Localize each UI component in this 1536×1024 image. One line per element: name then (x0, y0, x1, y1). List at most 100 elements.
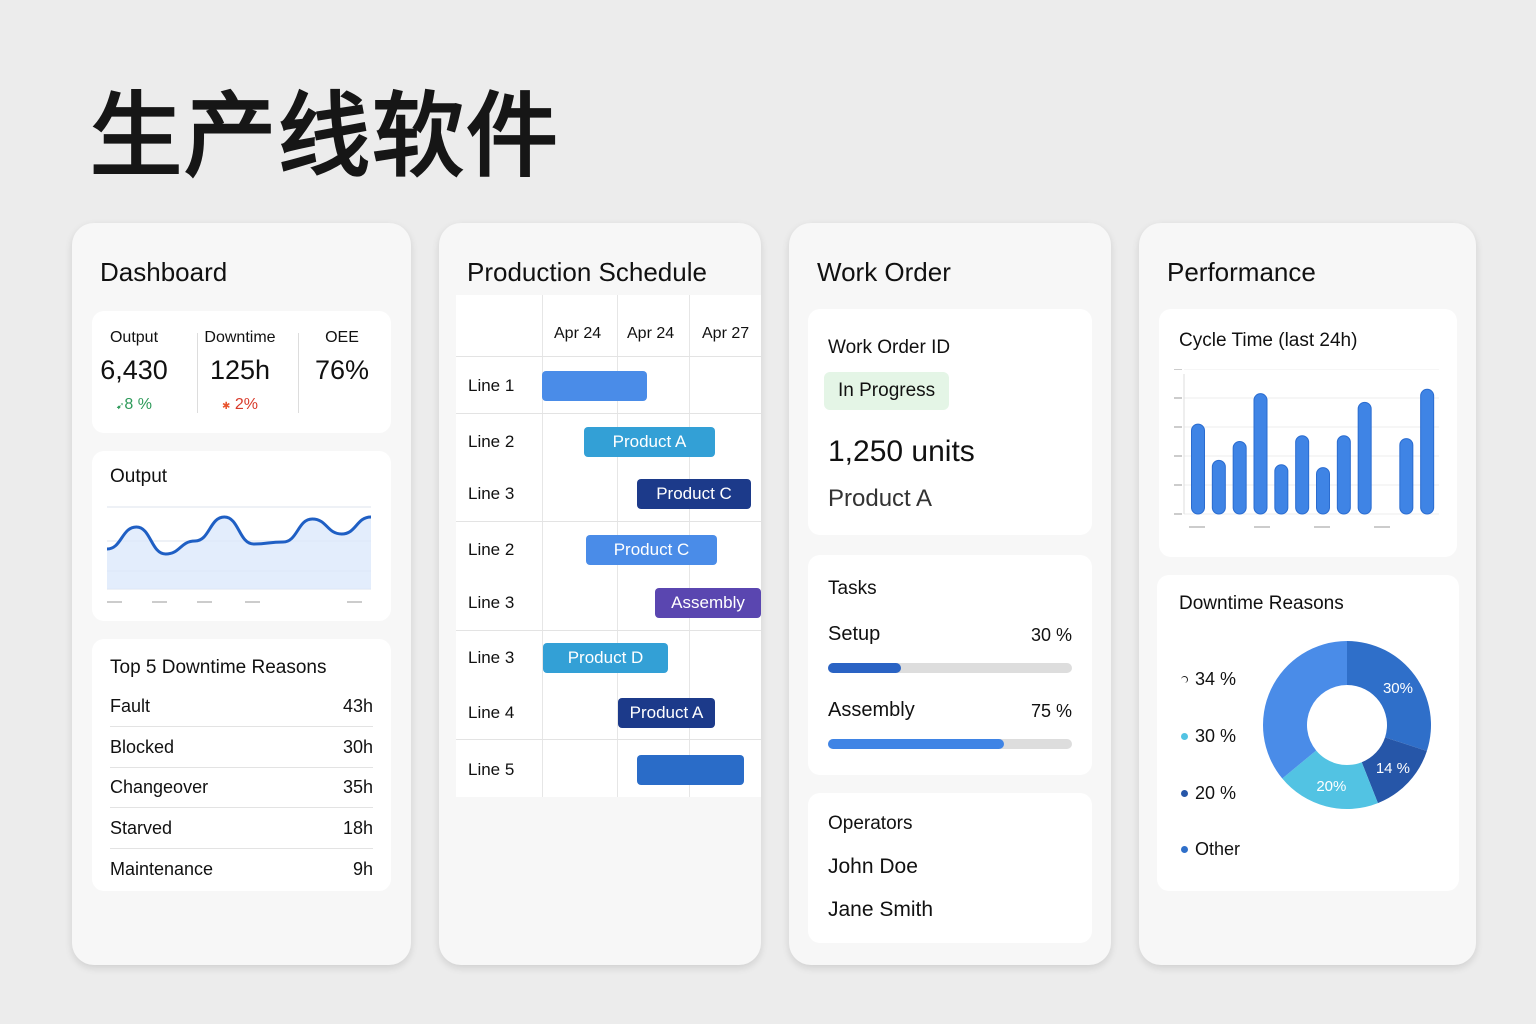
downtime-reasons-panel: Downtime Reasons 34 % 30 % 20 % Other 30… (1157, 575, 1459, 891)
chart-title: Downtime Reasons (1179, 593, 1344, 614)
operator-name[interactable]: Jane Smith (828, 898, 933, 922)
cycle-bar (1420, 388, 1435, 515)
kpi-delta: 2% (234, 396, 258, 413)
downtime-panel: Top 5 Downtime Reasons Fault 43h Blocked 30… (92, 639, 391, 891)
y-tick-label (1174, 484, 1182, 486)
downtime-row: Maintenance 9h (110, 849, 373, 889)
gantt-chart: Apr 24 Apr 24 Apr 27 Line 1 Line 2 Product… (456, 295, 761, 797)
reason-label: Changeover (110, 777, 209, 797)
kpi-value: 76% (314, 355, 370, 385)
quantity: 1,250 units (828, 435, 975, 468)
y-tick-label (1174, 426, 1182, 428)
gridline (456, 521, 761, 522)
cycle-bar (1295, 435, 1310, 515)
cycle-bar (1191, 423, 1205, 515)
cycle-time-panel: Cycle Time (last 24h) (1159, 309, 1457, 557)
downtime-row: Fault 43h (110, 687, 373, 727)
gridline (456, 356, 761, 357)
slice-label: 30% (1383, 680, 1413, 697)
schedule-bar[interactable] (542, 371, 647, 401)
page-title: 生产线软件 (90, 83, 561, 190)
legend-marker-icon (1181, 676, 1188, 683)
kpi-label: Output (109, 329, 159, 346)
reason-hours: 35h (342, 777, 373, 797)
product: Product A (828, 485, 933, 512)
schedule-bar[interactable] (637, 755, 744, 785)
line-label: Line 3 (468, 484, 515, 503)
downtime-donut-chart: 30% 14 % 20% (1263, 641, 1431, 809)
task-percent: 30 % (1030, 625, 1072, 645)
slice-label: 20% (1316, 778, 1346, 795)
output-line-chart (107, 506, 372, 603)
schedule-bar[interactable]: Product A (618, 698, 715, 728)
line-label: Line 1 (468, 376, 515, 395)
operators-panel: Operators John Doe Jane Smith (808, 793, 1092, 943)
x-tick-label (245, 601, 260, 603)
kpi-label: OEE (325, 329, 359, 346)
schedule-card: Production Schedule Apr 24 Apr 24 Apr 27… (439, 223, 761, 965)
line-label: Line 2 (468, 540, 515, 559)
x-tick-label (1314, 526, 1330, 528)
schedule-bar[interactable]: Product D (543, 643, 668, 673)
panel-title: Operators (828, 813, 913, 834)
task-percent: 75 % (1030, 701, 1072, 721)
line-label: Line 3 (468, 593, 515, 612)
legend-label: Other (1195, 839, 1241, 859)
kpi-oee: OEE 76% (292, 329, 392, 386)
chart-title: Output (110, 466, 168, 487)
gridline (456, 630, 761, 631)
card-title: Dashboard (100, 257, 228, 287)
date-header: Apr 24 (554, 325, 602, 342)
line-label: Line 4 (468, 703, 515, 722)
legend-marker-icon (1181, 733, 1188, 740)
schedule-bar[interactable]: Product C (637, 479, 751, 509)
cycle-bar (1232, 441, 1247, 515)
line-label: Line 5 (468, 760, 515, 779)
reason-label: Blocked (110, 736, 175, 757)
work-order-panel: Work Order ID In Progress 1,250 units Pr… (808, 309, 1092, 535)
panel-title: Top 5 Downtime Reasons (110, 657, 327, 678)
gridline (456, 413, 761, 414)
schedule-bar[interactable]: Product A (584, 427, 715, 457)
reason-label: Starved (110, 817, 173, 838)
downtime-row: Changeover 35h (110, 768, 373, 808)
tasks-panel: Tasks Setup 30 % Assembly 75 % (808, 555, 1092, 775)
cycle-time-bar-chart (1174, 369, 1439, 528)
line-label: Line 2 (468, 432, 515, 451)
cycle-bar (1274, 464, 1289, 515)
y-tick-label (1174, 513, 1182, 515)
operator-name[interactable]: John Doe (828, 855, 918, 879)
cycle-bar (1316, 467, 1330, 515)
card-title: Production Schedule (467, 257, 707, 287)
donut-slice (1263, 641, 1347, 779)
date-header: Apr 27 (702, 325, 750, 342)
legend-label: 30 % (1195, 726, 1237, 746)
x-tick-label (1374, 526, 1390, 528)
gridline (542, 295, 543, 797)
kpi-label: Downtime (204, 329, 276, 346)
reason-hours: 30h (342, 736, 373, 757)
card-title: Work Order (817, 257, 951, 287)
slice-label: 14 % (1376, 760, 1410, 777)
cycle-bar (1253, 393, 1268, 515)
performance-card: Performance Cycle Time (last 24h) Downti… (1139, 223, 1476, 965)
cycle-bar (1211, 459, 1226, 515)
schedule-bar[interactable]: Assembly (655, 588, 761, 618)
dashboard-card: Dashboard Output 6,430 ➹8 % Downtime 125h ✱ … (72, 223, 411, 965)
y-tick-label (1174, 455, 1182, 457)
x-tick-label (152, 601, 167, 603)
task-label: Assembly (828, 699, 915, 721)
schedule-bar[interactable]: Product C (586, 535, 717, 565)
kpi-downtime: Downtime 125h ✱ 2% (190, 329, 290, 414)
date-header: Apr 24 (627, 325, 675, 342)
legend-item: 34 % (1181, 669, 1236, 690)
legend-label: 34 % (1195, 669, 1237, 689)
arrow-down-icon: ✱ (222, 401, 231, 412)
task-label: Setup (828, 623, 881, 645)
reason-label: Maintenance (110, 858, 214, 879)
kpi-panel: Output 6,430 ➹8 % Downtime 125h ✱ 2% OEE 76% (92, 311, 391, 433)
reason-hours: 9h (352, 858, 373, 879)
cycle-bar (1336, 435, 1351, 515)
downtime-row: Starved 18h (110, 809, 373, 849)
gridline (456, 739, 761, 740)
